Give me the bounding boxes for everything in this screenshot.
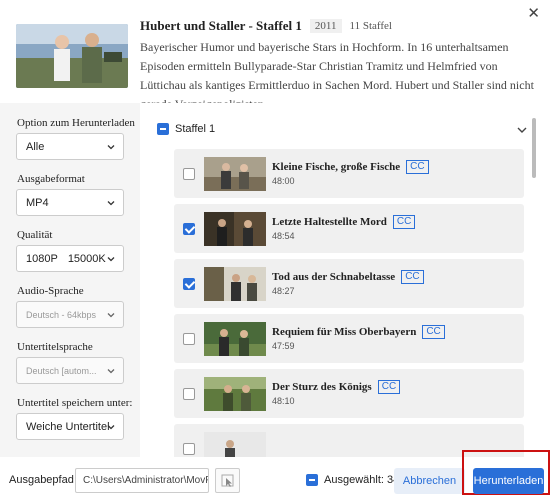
chevron-down-icon [107, 145, 115, 150]
episode-thumbnail [204, 267, 266, 301]
chevron-down-icon [107, 425, 115, 430]
save-subtitles-value: Weiche Untertitel [26, 420, 110, 433]
episode-item[interactable]: Kleine Fische, große Fische CC 48:00 [174, 149, 524, 198]
episode-thumbnail [204, 377, 266, 411]
quality-resolution: 1080P [26, 252, 58, 265]
episode-title: Letzte Haltestellte Mord [272, 216, 387, 228]
episode-thumbnail [204, 432, 266, 457]
show-title: Hubert und Staller - Staffel 1 [140, 18, 302, 33]
episode-checkbox[interactable] [183, 168, 195, 180]
cc-badge: CC [377, 380, 401, 394]
episode-title: Requiem für Miss Oberbayern [272, 326, 417, 338]
options-panel: Option zum Herunterladen Alle Ausgabefor… [0, 103, 140, 457]
episode-title: Tod aus der Schnabeltasse [272, 271, 396, 283]
save-subtitles-label: Untertitel speichern unter: [17, 397, 133, 409]
bottom-bar: Ausgabepfad C:\Users\Administrator\MovF … [0, 450, 552, 501]
quality-label: Qualität [17, 229, 53, 241]
scrollbar[interactable] [532, 118, 536, 178]
episode-item[interactable]: Letzte Haltestellte Mord CC 48:54 [174, 204, 524, 253]
output-path-label: Ausgabepfad [9, 474, 74, 486]
download-option-label: Option zum Herunterladen [17, 117, 135, 129]
download-option-value: Alle [26, 140, 45, 153]
episode-item[interactable]: Der Sturz des Königs CC 48:10 [174, 369, 524, 418]
season-count: 11 Staffel [349, 20, 392, 32]
output-format-select[interactable]: MP4 [16, 189, 124, 216]
download-option-select[interactable]: Alle [16, 133, 124, 160]
cc-badge: CC [406, 160, 429, 174]
season-checkbox[interactable] [157, 123, 169, 135]
cursor-icon [221, 474, 234, 487]
year-badge: 2011 [309, 19, 342, 33]
browse-folder-button[interactable] [215, 468, 240, 493]
download-button[interactable]: Herunterladen [473, 468, 544, 494]
season-header[interactable]: Staffel 1 [157, 123, 215, 135]
episode-duration: 48:54 [272, 231, 295, 241]
quality-bitrate: 15000K [67, 252, 106, 265]
episode-thumbnail [204, 157, 266, 191]
episode-checkbox[interactable] [183, 278, 195, 290]
audio-language-label: Audio-Sprache [17, 285, 84, 297]
episode-checkbox[interactable] [183, 223, 195, 235]
episode-item[interactable]: Tod aus der Schnabeltasse CC 48:27 [174, 259, 524, 308]
subtitle-language-label: Untertitelsprache [17, 341, 93, 353]
episode-thumbnail [204, 212, 266, 246]
subtitle-language-value: Deutsch [autom... [26, 365, 97, 376]
episode-duration: 48:00 [272, 176, 295, 186]
season-label: Staffel 1 [175, 123, 216, 135]
chevron-down-icon [107, 313, 115, 318]
save-subtitles-select[interactable]: Weiche Untertitel [16, 413, 124, 440]
cc-badge: CC [401, 270, 424, 284]
select-all-checkbox[interactable] [306, 474, 318, 486]
episode-checkbox[interactable] [183, 388, 195, 400]
quality-select[interactable]: 1080P 15000K [16, 245, 124, 272]
audio-language-select[interactable]: Deutsch - 64kbps [16, 301, 124, 328]
chevron-down-icon [107, 257, 115, 262]
output-format-value: MP4 [26, 196, 49, 209]
episode-checkbox[interactable] [183, 443, 195, 455]
episode-title: Der Sturz des Königs [272, 381, 372, 393]
episode-duration: 47:59 [272, 341, 295, 351]
episode-duration: 48:27 [272, 286, 295, 296]
episode-item[interactable]: Requiem für Miss Oberbayern CC 47:59 [174, 314, 524, 363]
chevron-down-icon [107, 369, 115, 374]
chevron-down-icon [107, 201, 115, 206]
audio-language-value: Deutsch - 64kbps [26, 309, 97, 320]
chevron-down-icon[interactable] [516, 125, 528, 135]
output-path-input[interactable]: C:\Users\Administrator\MovF [75, 468, 209, 493]
episode-list: Staffel 1 Kleine Fische, große Fische CC … [140, 103, 552, 457]
cc-badge: CC [392, 215, 416, 229]
selected-count: Ausgewählt: 34 [324, 474, 400, 486]
episode-thumbnail [204, 322, 266, 356]
cc-badge: CC [422, 325, 445, 339]
subtitle-language-select[interactable]: Deutsch [autom... [16, 357, 124, 384]
show-thumbnail [16, 24, 128, 88]
episode-title: Kleine Fische, große Fische [272, 161, 401, 173]
episode-duration: 48:10 [272, 396, 295, 406]
output-format-label: Ausgabeformat [17, 173, 85, 185]
close-icon[interactable]: ✕ [527, 4, 540, 22]
episode-checkbox[interactable] [183, 333, 195, 345]
cancel-button[interactable]: Abbrechen [394, 468, 465, 494]
